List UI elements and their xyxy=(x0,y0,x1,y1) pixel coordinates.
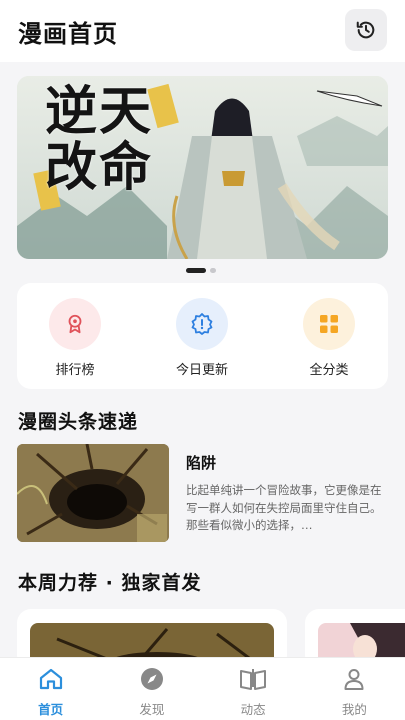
banner-carousel[interactable]: 逆天 改命 xyxy=(17,76,388,259)
tab-label: 发现 xyxy=(139,702,165,717)
tab-feed[interactable]: 动态 xyxy=(203,658,304,720)
home-icon xyxy=(39,668,62,690)
quick-link-rankings[interactable]: 排行榜 xyxy=(30,298,120,378)
ribbon-badge-icon xyxy=(68,314,82,334)
banner-title-line2: 改命 xyxy=(45,137,154,198)
clock-badge-icon-bg xyxy=(176,298,228,350)
quick-link-label: 今日更新 xyxy=(175,363,228,378)
news-item[interactable]: 陷阱 比起单纯讲一个冒险故事，它更像是在写一群人如何在失控局面里守住自己。那些看… xyxy=(17,444,388,542)
history-button[interactable] xyxy=(345,9,387,51)
tab-label: 动态 xyxy=(240,702,266,717)
quick-link-label: 排行榜 xyxy=(55,363,95,378)
open-book-icon xyxy=(240,669,267,690)
news-description: 比起单纯讲一个冒险故事，它更像是在写一群人如何在失控局面里守住自己。那些看似微小… xyxy=(186,483,382,532)
tab-label: 首页 xyxy=(38,702,64,717)
banner-title: 逆天 改命 xyxy=(45,84,153,196)
tab-home[interactable]: 首页 xyxy=(0,658,101,720)
tab-discover[interactable]: 发现 xyxy=(101,658,202,720)
quick-link-today-updates[interactable]: 今日更新 xyxy=(157,298,247,378)
banner-title-line1: 逆天 xyxy=(45,81,154,142)
tab-label: 我的 xyxy=(341,702,367,717)
header: 漫画首页 xyxy=(0,0,405,62)
news-title: 陷阱 xyxy=(186,454,217,472)
news-section-title: 漫圈头条速递 xyxy=(18,411,139,433)
bottom-tab-bar: 首页 发现 动态 我的 xyxy=(0,657,405,720)
clock-badge-icon xyxy=(191,313,213,335)
grid-icon-bg xyxy=(303,298,355,350)
page-title: 漫画首页 xyxy=(18,20,118,48)
ribbon-badge-icon-bg xyxy=(49,298,101,350)
news-thumbnail-art xyxy=(17,444,169,542)
news-thumbnail xyxy=(17,444,169,542)
recommend-section-title: 本周力荐 · 独家首发 xyxy=(18,572,202,594)
user-icon xyxy=(344,669,364,690)
grid-icon xyxy=(320,315,338,333)
carousel-dot-2[interactable] xyxy=(210,268,216,273)
quick-link-all-categories[interactable]: 全分类 xyxy=(284,298,374,378)
carousel-indicator xyxy=(186,268,216,274)
history-icon xyxy=(356,21,375,39)
quick-links-card: 排行榜 今日更新 全分类 xyxy=(17,283,388,389)
compass-icon xyxy=(140,668,163,690)
quick-link-label: 全分类 xyxy=(309,363,349,378)
carousel-dot-1[interactable] xyxy=(186,268,206,273)
tab-profile[interactable]: 我的 xyxy=(304,658,405,720)
